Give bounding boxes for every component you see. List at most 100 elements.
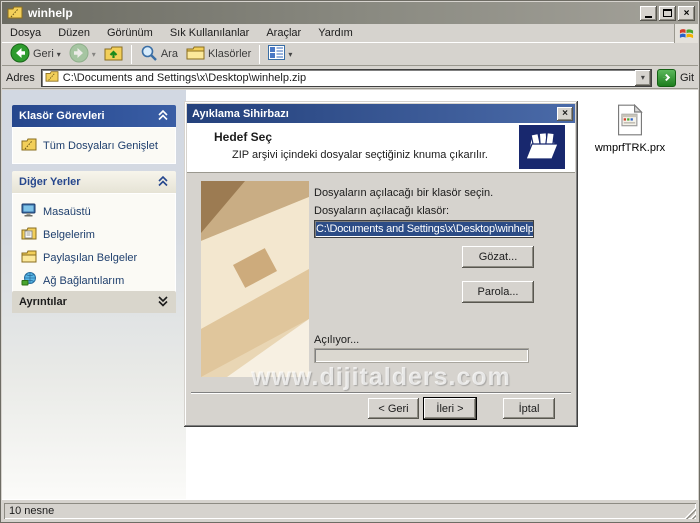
dialog-separator [191, 392, 571, 394]
toolbar-separator [131, 45, 132, 64]
panel-details-header[interactable]: Ayrıntılar [12, 291, 176, 313]
folders-icon [186, 45, 205, 64]
address-value: C:\Documents and Settings\x\Desktop\winh… [63, 72, 635, 84]
my-documents-icon [21, 226, 37, 243]
sidebar-item-shared-documents[interactable]: Paylaşılan Belgeler [19, 246, 169, 269]
resize-grip[interactable] [684, 507, 696, 519]
zip-folder-icon [45, 70, 59, 85]
destination-folder-input[interactable]: C:\Documents and Settings\x\Desktop\winh… [314, 220, 534, 238]
status-bar: 10 nesne [2, 499, 698, 521]
dialog-header: Hedef Seç ZIP arşivi içindeki dosyalar s… [187, 123, 575, 173]
desktop-icon [21, 203, 37, 220]
sidebar-item-extract-all[interactable]: Tüm Dosyaları Genişlet [19, 134, 169, 157]
menu-yardim[interactable]: Yardım [318, 27, 353, 39]
menu-sik-kullanilanlar[interactable]: Sık Kullanılanlar [170, 27, 250, 39]
shared-documents-icon [21, 249, 37, 266]
panel-other-places: Diğer Yerler Masaüstü [12, 171, 176, 299]
back-dropdown-icon[interactable]: ▾ [57, 50, 61, 59]
status-text: 10 nesne [9, 505, 54, 517]
wizard-folder-label: Dosyaların açılacağı klasör: [314, 205, 449, 217]
dialog-title: Ayıklama Sihirbazı [192, 108, 557, 120]
panel-title: Ayrıntılar [19, 296, 67, 308]
window-titlebar: winhelp × [2, 2, 698, 24]
wizard-subheading: ZIP arşivi içindeki dosyalar seçtiğiniz … [232, 149, 488, 161]
sidebar-item-label: Ağ Bağlantılarım [43, 275, 124, 287]
address-dropdown-button[interactable]: ▾ [635, 70, 651, 86]
chevron-down-icon[interactable] [157, 295, 169, 310]
up-button[interactable] [100, 43, 127, 65]
panel-title: Klasör Görevleri [19, 110, 105, 122]
sidebar-item-label: Masaüstü [43, 206, 91, 218]
extraction-progress-bar [314, 348, 529, 363]
wizard-folder-icon [519, 125, 565, 169]
destination-folder-value: C:\Documents and Settings\x\Desktop\winh… [316, 222, 534, 236]
panel-other-places-body: Masaüstü Belgelerim Paylaşılan Belgeler [12, 193, 176, 299]
windows-logo-icon [674, 24, 698, 43]
site-watermark: www.dijitalders.com [184, 363, 578, 392]
back-icon [10, 43, 30, 66]
dialog-titlebar[interactable]: Ayıklama Sihirbazı × [187, 104, 575, 123]
forward-button[interactable]: ▾ [65, 42, 100, 67]
menu-dosya[interactable]: Dosya [10, 27, 41, 39]
sidebar-item-desktop[interactable]: Masaüstü [19, 200, 169, 223]
folders-label: Klasörler [208, 48, 251, 60]
password-button[interactable]: Parola... [462, 281, 534, 303]
address-label: Adres [6, 72, 35, 84]
panel-title: Diğer Yerler [19, 176, 81, 188]
dialog-close-button[interactable]: × [557, 107, 573, 121]
sidebar-item-network-places[interactable]: Ağ Bağlantılarım [19, 269, 169, 292]
views-button[interactable]: ▾ [264, 44, 296, 64]
views-dropdown-icon[interactable]: ▾ [288, 50, 292, 59]
toolbar-separator [259, 45, 260, 64]
network-icon [21, 272, 37, 289]
views-icon [268, 45, 285, 63]
go-button[interactable] [657, 69, 676, 87]
folders-button[interactable]: Klasörler [182, 44, 255, 65]
wizard-instruction: Dosyaların açılacağı bir klasör seçin. [314, 187, 493, 199]
window-title: winhelp [28, 6, 638, 20]
file-name-label: wmprfTRK.prx [595, 142, 665, 154]
search-icon [140, 44, 158, 65]
close-button[interactable]: × [678, 6, 695, 21]
panel-folder-tasks-body: Tüm Dosyaları Genişlet [12, 127, 176, 164]
chevron-up-icon[interactable] [157, 109, 169, 124]
panel-folder-tasks-header[interactable]: Klasör Görevleri [12, 105, 176, 127]
zip-folder-icon [7, 5, 23, 22]
next-wizard-button[interactable]: İleri > [423, 397, 477, 420]
menu-bar: Dosya Düzen Görünüm Sık Kullanılanlar Ar… [2, 24, 698, 43]
search-label: Ara [161, 48, 178, 60]
sidebar-item-my-documents[interactable]: Belgelerim [19, 223, 169, 246]
progress-label: Açılıyor... [314, 334, 359, 346]
address-input[interactable]: C:\Documents and Settings\x\Desktop\winh… [41, 69, 652, 87]
maximize-button[interactable] [659, 6, 676, 21]
prx-file-icon [616, 104, 644, 139]
sidebar-item-label: Paylaşılan Belgeler [43, 252, 137, 264]
explorer-window: winhelp × Dosya Düzen Görünüm Sık Kullan… [0, 0, 700, 523]
back-wizard-button[interactable]: < Geri [368, 398, 419, 419]
panel-details: Ayrıntılar [12, 291, 176, 313]
go-label[interactable]: Git [680, 72, 694, 84]
task-pane-sidebar: Klasör Görevleri Tüm Dosyaları Genişlet [2, 90, 186, 499]
panel-other-places-header[interactable]: Diğer Yerler [12, 171, 176, 193]
search-button[interactable]: Ara [136, 43, 182, 66]
back-label: Geri [33, 48, 54, 60]
wizard-heading: Hedef Seç [214, 130, 272, 144]
forward-dropdown-icon[interactable]: ▾ [92, 50, 96, 59]
cancel-wizard-button[interactable]: İptal [503, 398, 555, 419]
panel-folder-tasks: Klasör Görevleri Tüm Dosyaları Genişlet [12, 105, 176, 164]
back-button[interactable]: Geri ▾ [6, 42, 65, 67]
address-bar: Adres C:\Documents and Settings\x\Deskto… [2, 67, 698, 89]
chevron-up-icon[interactable] [157, 175, 169, 190]
status-pane: 10 nesne [4, 503, 696, 519]
minimize-button[interactable] [640, 6, 657, 21]
browse-button[interactable]: Gözat... [462, 246, 534, 268]
menu-araclar[interactable]: Araçlar [266, 27, 301, 39]
menu-gorunum[interactable]: Görünüm [107, 27, 153, 39]
menu-duzen[interactable]: Düzen [58, 27, 90, 39]
extraction-wizard-dialog: Ayıklama Sihirbazı × Hedef Seç ZIP arşiv… [184, 101, 578, 427]
file-wmprftrk[interactable]: wmprfTRK.prx [588, 104, 672, 154]
folder-up-icon [104, 44, 123, 64]
zip-folder-icon [21, 137, 37, 154]
toolbar: Geri ▾ ▾ Ara Klasörler [2, 43, 698, 66]
forward-icon [69, 43, 89, 66]
